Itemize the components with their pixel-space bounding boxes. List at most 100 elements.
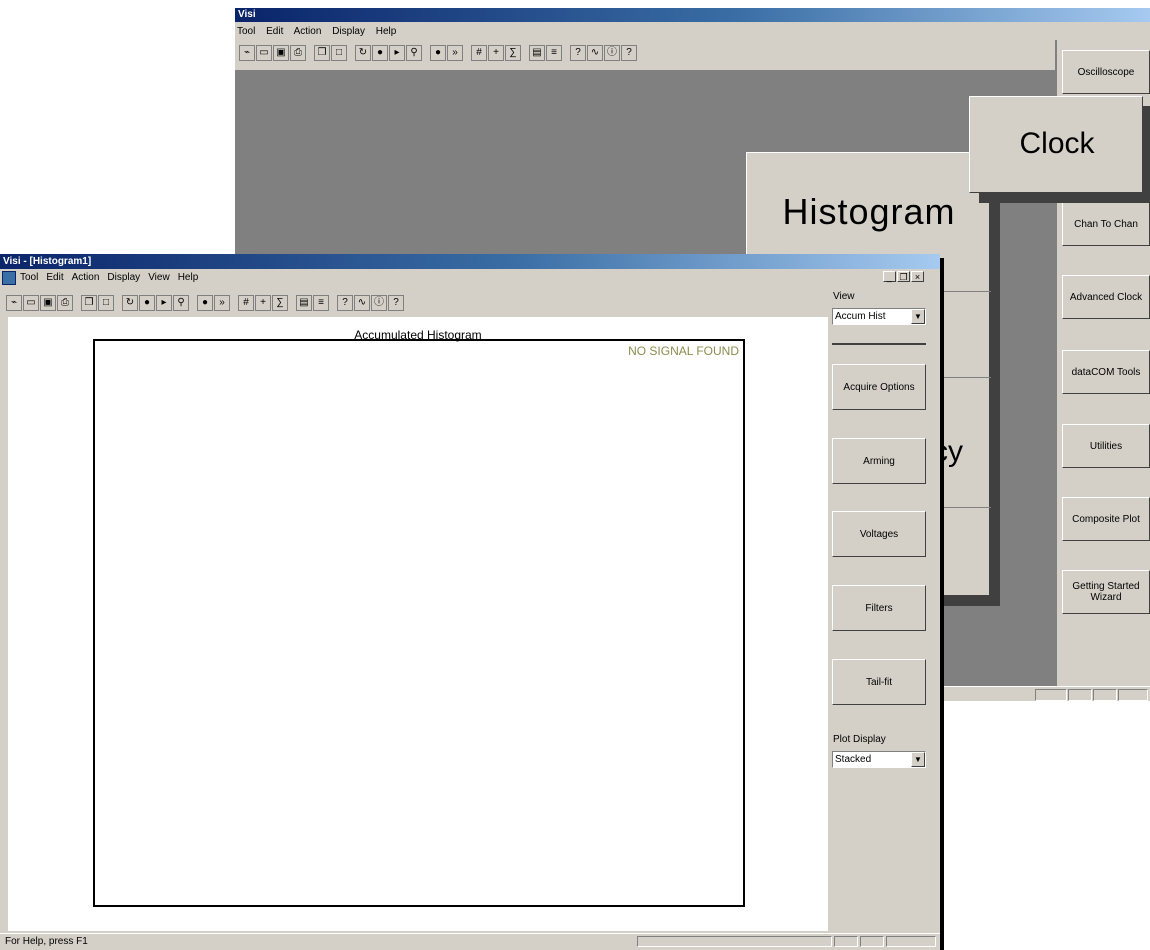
- add-icon[interactable]: +: [488, 45, 504, 61]
- menu-action[interactable]: Action: [294, 26, 322, 37]
- window-icon[interactable]: □: [98, 295, 114, 311]
- plot-area[interactable]: Accumulated Histogram NO SIGNAL FOUND: [8, 317, 828, 931]
- add-icon[interactable]: +: [255, 295, 271, 311]
- histogram-window: Visi - [Histogram1] Tool Edit Action Dis…: [0, 254, 940, 950]
- menu-edit[interactable]: Edit: [266, 26, 283, 37]
- print-icon[interactable]: ⎙: [290, 45, 306, 61]
- open-icon[interactable]: ▭: [256, 45, 272, 61]
- stats-icon[interactable]: ∑: [505, 45, 521, 61]
- status-cell: [1035, 689, 1067, 701]
- notes-icon[interactable]: ≡: [313, 295, 329, 311]
- app-icon[interactable]: [2, 271, 16, 285]
- about-icon[interactable]: ⓘ: [604, 45, 620, 61]
- background-window-title: Visi: [235, 8, 1150, 22]
- menu-tool[interactable]: Tool: [20, 270, 38, 286]
- view-label: View: [833, 291, 855, 302]
- chevron-down-icon[interactable]: ▼: [911, 752, 925, 767]
- composite-plot-button[interactable]: Composite Plot: [1062, 497, 1150, 541]
- help-icon[interactable]: ?: [570, 45, 586, 61]
- view-dropdown-value: Accum Hist: [835, 311, 886, 322]
- chan-to-chan-button[interactable]: Chan To Chan: [1062, 202, 1150, 246]
- stop-icon[interactable]: ●: [139, 295, 155, 311]
- background-toolbar: ⌁ ▭ ▣ ⎙ ❐ □ ↻ ● ▸ ⚲ ●» # + ∑ ▤ ≡? ∿ ⓘ?: [239, 42, 637, 64]
- zoom-icon[interactable]: ⚲: [173, 295, 189, 311]
- step-icon[interactable]: ▸: [156, 295, 172, 311]
- grid-icon[interactable]: #: [471, 45, 487, 61]
- help-icon[interactable]: ?: [337, 295, 353, 311]
- histogram-window-title: Visi - [Histogram1]: [0, 254, 940, 269]
- status-cell: [834, 936, 858, 947]
- fast-forward-icon[interactable]: »: [214, 295, 230, 311]
- save-icon[interactable]: ▣: [273, 45, 289, 61]
- restore-button[interactable]: ❐: [897, 271, 910, 282]
- histogram-toolbar: ⌁ ▭ ▣ ⎙ ❐ □ ↻ ● ▸ ⚲ ●» # + ∑ ▤ ≡? ∿ ⓘ?: [6, 292, 404, 314]
- save-icon[interactable]: ▣: [40, 295, 56, 311]
- getting-started-wizard-button[interactable]: Getting Started Wizard: [1062, 570, 1150, 614]
- plot-display-label: Plot Display: [833, 734, 886, 745]
- calculator-icon[interactable]: ▤: [296, 295, 312, 311]
- menu-action[interactable]: Action: [72, 270, 100, 286]
- plot-display-value: Stacked: [835, 754, 872, 765]
- control-panel: View Accum Hist ▼ Acquire Options Arming…: [828, 284, 932, 935]
- advanced-clock-button[interactable]: Advanced Clock: [1062, 275, 1150, 319]
- plot-frame: NO SIGNAL FOUND: [93, 339, 745, 907]
- status-cell: [860, 936, 884, 947]
- zoom-icon[interactable]: ⚲: [406, 45, 422, 61]
- record-icon[interactable]: ●: [197, 295, 213, 311]
- filter-icon[interactable]: ∿: [587, 45, 603, 61]
- menu-view[interactable]: View: [148, 270, 170, 286]
- utilities-button[interactable]: Utilities: [1062, 424, 1150, 468]
- plot-display-dropdown[interactable]: Stacked ▼: [832, 751, 926, 768]
- histogram-menubar: Tool Edit Action Display View Help: [2, 270, 206, 286]
- status-cell: [1118, 689, 1148, 701]
- open-icon[interactable]: ▭: [23, 295, 39, 311]
- context-help-icon[interactable]: ?: [621, 45, 637, 61]
- clock-big-label: Clock: [1019, 127, 1095, 160]
- filter-icon[interactable]: ∿: [354, 295, 370, 311]
- acquire-options-button[interactable]: Acquire Options: [832, 364, 926, 410]
- voltages-button[interactable]: Voltages: [832, 511, 926, 557]
- notes-icon[interactable]: ≡: [546, 45, 562, 61]
- grid-icon[interactable]: #: [238, 295, 254, 311]
- plot-icon[interactable]: ⌁: [6, 295, 22, 311]
- divider: [832, 343, 926, 345]
- status-cell: [1093, 689, 1117, 701]
- menu-display[interactable]: Display: [332, 26, 365, 37]
- menu-edit[interactable]: Edit: [46, 270, 63, 286]
- filters-button[interactable]: Filters: [832, 585, 926, 631]
- minimize-button[interactable]: _: [883, 271, 896, 282]
- window-icon[interactable]: □: [331, 45, 347, 61]
- clock-big-button[interactable]: Clock: [969, 96, 1143, 193]
- tail-fit-button[interactable]: Tail-fit: [832, 659, 926, 705]
- close-button[interactable]: ×: [911, 271, 924, 282]
- status-cell: [886, 936, 936, 947]
- print-icon[interactable]: ⎙: [57, 295, 73, 311]
- menu-help[interactable]: Help: [376, 26, 397, 37]
- arming-button[interactable]: Arming: [832, 438, 926, 484]
- copy-icon[interactable]: ❐: [314, 45, 330, 61]
- menu-display[interactable]: Display: [107, 270, 140, 286]
- view-dropdown[interactable]: Accum Hist ▼: [832, 308, 926, 325]
- calculator-icon[interactable]: ▤: [529, 45, 545, 61]
- about-icon[interactable]: ⓘ: [371, 295, 387, 311]
- context-help-icon[interactable]: ?: [388, 295, 404, 311]
- status-text: For Help, press F1: [5, 936, 88, 947]
- status-cell: [1068, 689, 1092, 701]
- repeat-icon[interactable]: ↻: [122, 295, 138, 311]
- chevron-down-icon[interactable]: ▼: [911, 309, 925, 324]
- stop-icon[interactable]: ●: [372, 45, 388, 61]
- stats-icon[interactable]: ∑: [272, 295, 288, 311]
- oscilloscope-button[interactable]: Oscilloscope: [1062, 50, 1150, 94]
- no-signal-message: NO SIGNAL FOUND: [628, 344, 739, 358]
- fast-forward-icon[interactable]: »: [447, 45, 463, 61]
- window-controls: _ ❐ ×: [883, 271, 924, 282]
- copy-icon[interactable]: ❐: [81, 295, 97, 311]
- menu-help[interactable]: Help: [178, 270, 199, 286]
- record-icon[interactable]: ●: [430, 45, 446, 61]
- step-icon[interactable]: ▸: [389, 45, 405, 61]
- menu-tool[interactable]: Tool: [237, 26, 255, 37]
- repeat-icon[interactable]: ↻: [355, 45, 371, 61]
- background-menubar: Tool Edit Action Display Help: [237, 24, 404, 40]
- datacom-tools-button[interactable]: dataCOM Tools: [1062, 350, 1150, 394]
- plot-icon[interactable]: ⌁: [239, 45, 255, 61]
